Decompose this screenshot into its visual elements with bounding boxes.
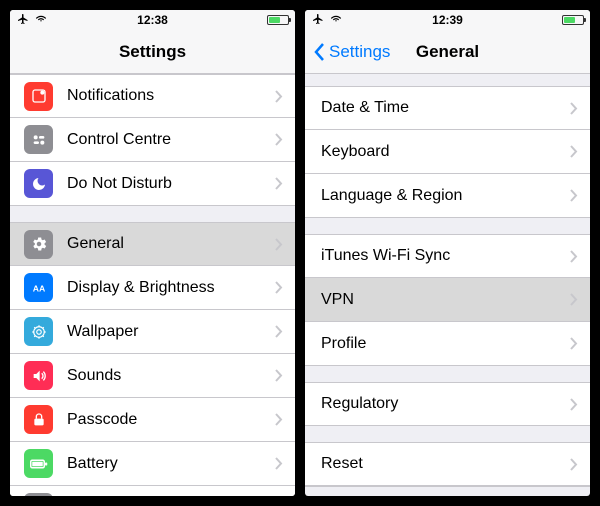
chevron-right-icon [275, 133, 283, 146]
general-icon [24, 230, 53, 259]
row-label: Do Not Disturb [67, 175, 275, 193]
nav-bar: Settings [10, 30, 295, 74]
row-notifications[interactable]: Notifications [10, 74, 295, 118]
chevron-right-icon [570, 250, 578, 263]
nav-title: Settings [10, 42, 295, 62]
settings-screen: 12:38 Settings Notifications Control Cen… [10, 10, 295, 496]
chevron-right-icon [275, 369, 283, 382]
chevron-right-icon [570, 293, 578, 306]
privacy-icon [24, 493, 53, 496]
chevron-right-icon [570, 398, 578, 411]
chevron-right-icon [570, 189, 578, 202]
row-wallpaper[interactable]: Wallpaper [10, 310, 295, 354]
passcode-icon [24, 405, 53, 434]
chevron-right-icon [570, 458, 578, 471]
row-do-not-disturb[interactable]: Do Not Disturb [10, 162, 295, 206]
row-profile[interactable]: Profile [305, 322, 590, 366]
row-control-centre[interactable]: Control Centre [10, 118, 295, 162]
battery-icon [267, 15, 289, 25]
battery-icon [562, 15, 584, 25]
row-language-region[interactable]: Language & Region [305, 174, 590, 218]
wallpaper-icon [24, 317, 53, 346]
row-label: Passcode [67, 411, 275, 429]
row-itunes-wifi-sync[interactable]: iTunes Wi-Fi Sync [305, 234, 590, 278]
settings-list: Notifications Control Centre Do Not Dist… [10, 74, 295, 496]
chevron-right-icon [275, 457, 283, 470]
control-centre-icon [24, 125, 53, 154]
row-label: VPN [321, 291, 570, 309]
display-brightness-icon: AA [24, 273, 53, 302]
status-time: 12:39 [305, 13, 590, 27]
row-label: Wallpaper [67, 323, 275, 341]
row-general[interactable]: General [10, 222, 295, 266]
chevron-right-icon [275, 238, 283, 251]
row-sounds[interactable]: Sounds [10, 354, 295, 398]
general-screen: 12:39 Settings General Date & Time Keybo… [305, 10, 590, 496]
status-time: 12:38 [10, 13, 295, 27]
row-regulatory[interactable]: Regulatory [305, 382, 590, 426]
chevron-right-icon [275, 413, 283, 426]
chevron-right-icon [275, 177, 283, 190]
row-label: Display & Brightness [67, 279, 275, 297]
row-label: Reset [321, 455, 570, 473]
row-label: Date & Time [321, 99, 570, 117]
general-list: Date & Time Keyboard Language & Region i… [305, 74, 590, 496]
status-bar: 12:39 [305, 10, 590, 30]
row-label: General [67, 235, 275, 253]
nav-bar: Settings General [305, 30, 590, 74]
chevron-right-icon [570, 337, 578, 350]
row-reset[interactable]: Reset [305, 442, 590, 486]
back-button[interactable]: Settings [313, 42, 390, 62]
svg-text:AA: AA [32, 283, 45, 293]
chevron-right-icon [275, 90, 283, 103]
notifications-icon [24, 82, 53, 111]
back-label: Settings [329, 42, 390, 62]
row-date-time[interactable]: Date & Time [305, 86, 590, 130]
row-label: Regulatory [321, 395, 570, 413]
row-display-brightness[interactable]: AA Display & Brightness [10, 266, 295, 310]
row-passcode[interactable]: Passcode [10, 398, 295, 442]
row-label: Sounds [67, 367, 275, 385]
chevron-right-icon [275, 281, 283, 294]
chevron-left-icon [313, 42, 325, 62]
row-label: Control Centre [67, 131, 275, 149]
row-label: Battery [67, 455, 275, 473]
battery-row-icon [24, 449, 53, 478]
row-label: Keyboard [321, 143, 570, 161]
row-label: iTunes Wi-Fi Sync [321, 247, 570, 265]
row-battery[interactable]: Battery [10, 442, 295, 486]
do-not-disturb-icon [24, 169, 53, 198]
row-label: Notifications [67, 87, 275, 105]
row-label: Profile [321, 335, 570, 353]
row-label: Language & Region [321, 187, 570, 205]
chevron-right-icon [570, 102, 578, 115]
row-keyboard[interactable]: Keyboard [305, 130, 590, 174]
status-bar: 12:38 [10, 10, 295, 30]
sounds-icon [24, 361, 53, 390]
chevron-right-icon [570, 145, 578, 158]
row-privacy[interactable]: Privacy [10, 486, 295, 496]
row-vpn[interactable]: VPN [305, 278, 590, 322]
chevron-right-icon [275, 325, 283, 338]
